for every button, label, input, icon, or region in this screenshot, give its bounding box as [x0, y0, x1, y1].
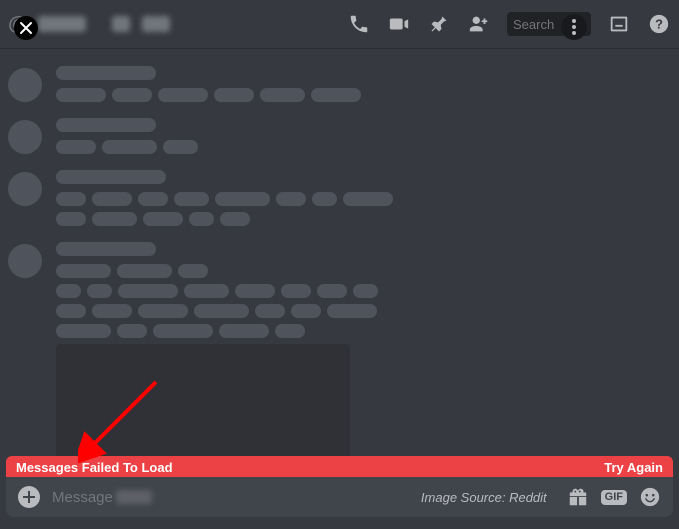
image-source-note: Image Source: Reddit: [421, 490, 547, 505]
message-skeleton: [8, 66, 663, 108]
avatar: [8, 172, 42, 206]
message-input-bar: Image Source: Reddit GIF: [6, 477, 673, 517]
gif-picker-button[interactable]: GIF: [601, 490, 627, 505]
inbox-icon[interactable]: [607, 12, 631, 36]
error-bar: Messages Failed To Load Try Again: [6, 456, 673, 478]
close-icon: [19, 21, 33, 35]
emoji-picker-icon[interactable]: [639, 486, 661, 508]
error-message: Messages Failed To Load: [16, 460, 173, 475]
plus-icon: [23, 491, 35, 503]
avatar: [8, 244, 42, 278]
start-voice-call-icon[interactable]: [347, 12, 371, 36]
header-redacted: [142, 16, 170, 32]
help-icon[interactable]: ?: [647, 12, 671, 36]
input-action-icons: GIF: [567, 486, 661, 508]
attach-button[interactable]: [18, 486, 40, 508]
try-again-button[interactable]: Try Again: [604, 460, 663, 475]
svg-text:?: ?: [655, 17, 663, 32]
channel-name-redacted: [38, 16, 86, 32]
message-skeleton: [8, 118, 663, 160]
start-video-call-icon[interactable]: [387, 12, 411, 36]
close-overlay-button[interactable]: [14, 16, 38, 40]
pinned-messages-icon[interactable]: [427, 12, 451, 36]
header-redacted: [112, 16, 130, 32]
message-skeleton: [8, 170, 663, 232]
avatar: [8, 120, 42, 154]
avatar: [8, 68, 42, 102]
gift-icon[interactable]: [567, 486, 589, 508]
message-input[interactable]: [52, 489, 409, 506]
recipient-redacted: [116, 490, 152, 504]
header-actions: ?: [347, 12, 671, 36]
more-options-overlay-icon[interactable]: [561, 14, 587, 40]
message-list-skeleton: [0, 48, 679, 494]
header-title-area: @: [8, 13, 347, 36]
add-friends-icon[interactable]: [467, 12, 491, 36]
